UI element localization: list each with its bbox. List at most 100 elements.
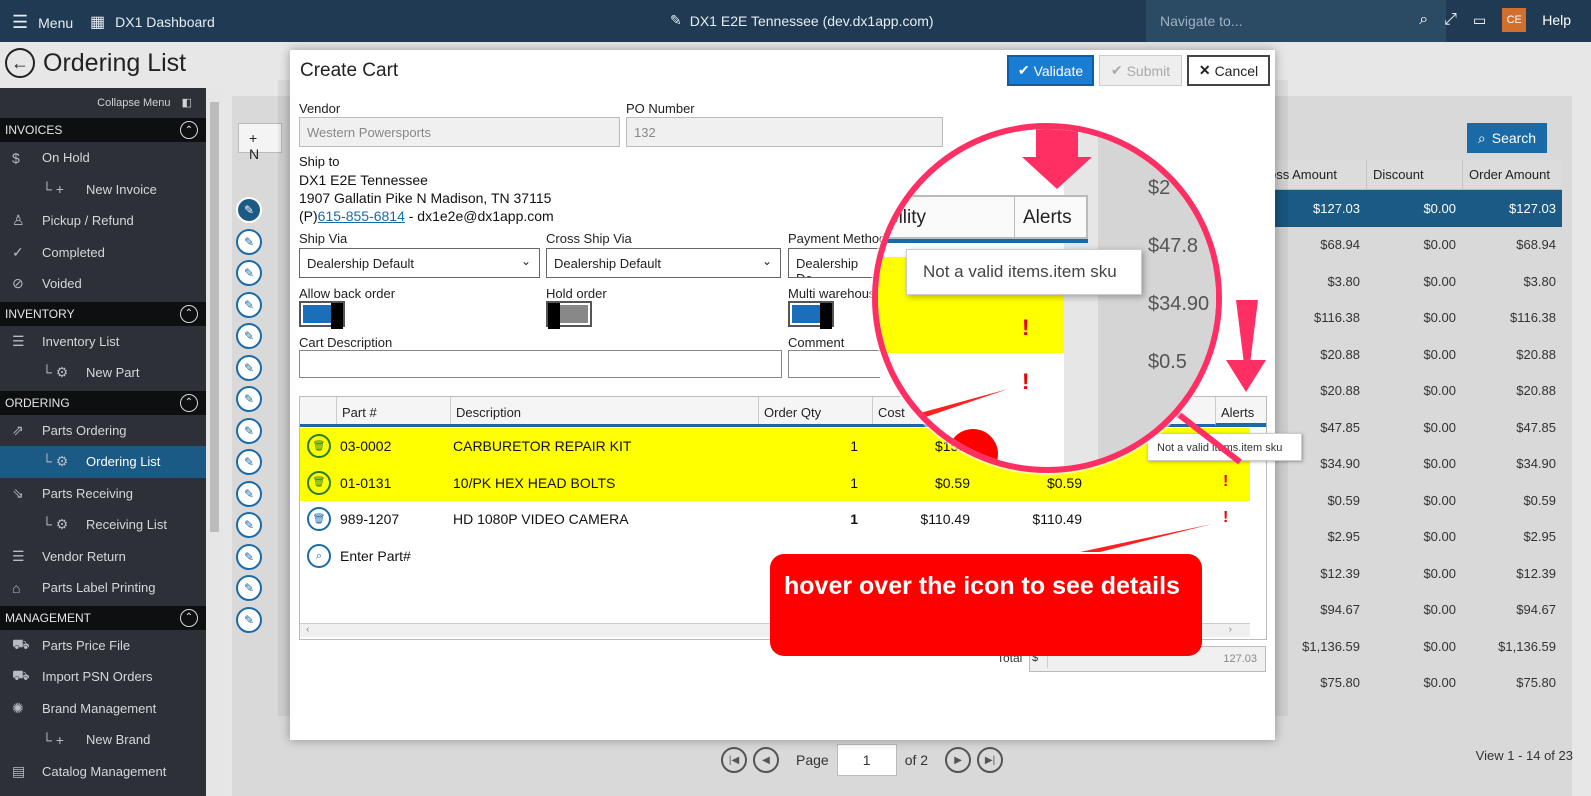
payment-method-select[interactable]: Dealership De <box>788 248 880 278</box>
chevron-up-icon[interactable]: ⌃ <box>180 393 198 412</box>
search-icon[interactable]: ⌕ <box>307 544 331 568</box>
cart-description-input[interactable] <box>299 350 782 378</box>
edit-icon[interactable]: ✎ <box>236 606 262 633</box>
validate-button[interactable]: ✔ Validate <box>1007 55 1094 86</box>
alert-icon[interactable]: ! <box>1223 509 1233 527</box>
sidebar-item-catalog-management[interactable]: ▤ Catalog Management <box>0 756 206 788</box>
enter-part-input[interactable]: Enter Part# <box>340 548 411 564</box>
sidebar-item-voided[interactable]: ⊘ Voided <box>0 268 206 300</box>
table-row[interactable]: $94.67 $0.00 $94.67 <box>1262 592 1562 629</box>
sidebar-item-receiving-list[interactable]: └ ⚙ Receiving List <box>0 509 206 541</box>
sidebar-item-brand-management[interactable]: ✺ Brand Management <box>0 693 206 725</box>
table-row[interactable]: $68.94 $0.00 $68.94 <box>1262 227 1562 264</box>
search-icon[interactable]: ⌕ <box>1419 11 1428 29</box>
sidebar-scrollbar[interactable] <box>206 88 222 796</box>
search-button[interactable]: ⌕ Search <box>1467 123 1547 153</box>
allow-backorder-toggle[interactable] <box>299 301 345 329</box>
chevron-up-icon[interactable]: ⌃ <box>180 121 198 139</box>
grid-header-order-qty[interactable]: Order Qty <box>758 397 872 424</box>
chevron-up-icon[interactable]: ⌃ <box>180 304 198 323</box>
table-row[interactable]: $34.90 $0.00 $34.90 <box>1262 446 1562 483</box>
edit-icon[interactable]: ✎ <box>236 197 262 223</box>
list-column-header[interactable]: Discount <box>1366 160 1462 189</box>
edit-icon[interactable]: ✎ <box>236 354 262 381</box>
table-row[interactable]: $2.95 $0.00 $2.95 <box>1262 519 1562 556</box>
sidebar-item-parts-ordering[interactable]: ⇗ Parts Ordering <box>0 415 206 447</box>
sidebar-section-invoices[interactable]: INVOICES ⌃ <box>0 118 206 142</box>
edit-icon[interactable]: ✎ <box>236 260 262 286</box>
submit-button[interactable]: ✔ Submit <box>1099 55 1182 86</box>
table-row[interactable]: $12.39 $0.00 $12.39 <box>1262 555 1562 592</box>
navigate-input[interactable]: Navigate to... <box>1146 0 1446 42</box>
expand-icon[interactable]: ⤢ <box>1444 11 1457 29</box>
sidebar-item-completed[interactable]: ✓ Completed <box>0 237 206 269</box>
table-row[interactable]: $0.59 $0.00 $0.59 <box>1262 482 1562 519</box>
back-arrow-icon[interactable]: ← <box>5 48 35 78</box>
sidebar-item-new-brand[interactable]: └ + New Brand <box>0 724 206 756</box>
sidebar-item-parts-price-file[interactable]: ⛟ Parts Price File <box>0 630 206 662</box>
menu-button[interactable]: ☰ Menu <box>12 12 73 33</box>
chat-icon[interactable]: ▭ <box>1473 12 1486 29</box>
comment-input[interactable] <box>788 350 880 378</box>
help-link[interactable]: Help <box>1542 12 1571 28</box>
edit-icon[interactable]: ✎ <box>236 291 262 318</box>
edit-icon[interactable]: ✎ <box>236 449 262 475</box>
dashboard-link[interactable]: ▦ DX1 Dashboard <box>90 12 215 32</box>
sidebar-item-pickup-refund[interactable]: ♙ Pickup / Refund <box>0 205 206 237</box>
grid-header-part[interactable]: Part # <box>336 397 450 424</box>
table-row[interactable]: $127.03 $0.00 $127.03 <box>1262 190 1562 227</box>
cross-ship-select[interactable]: Dealership Default ⌄ <box>546 248 781 278</box>
next-page-icon[interactable]: ▶ <box>945 747 972 773</box>
collapse-menu-button[interactable]: Collapse Menu ◧ <box>0 88 206 116</box>
list-column-header[interactable]: Order Amount <box>1462 160 1562 189</box>
table-row[interactable]: $47.85 $0.00 $47.85 <box>1262 409 1562 446</box>
edit-icon[interactable]: ✎ <box>236 386 262 412</box>
edit-icon[interactable]: ✎ <box>236 228 262 255</box>
edit-icon[interactable]: ✎ <box>236 575 262 601</box>
sidebar-item-new-part[interactable]: └ ⚙ New Part <box>0 357 206 389</box>
trash-icon[interactable]: 🗑 <box>307 507 331 531</box>
new-button[interactable]: + N <box>238 123 282 162</box>
table-row[interactable]: $20.88 $0.00 $20.88 <box>1262 373 1562 410</box>
scroll-left-icon[interactable]: ‹ <box>306 624 309 635</box>
hold-order-toggle[interactable] <box>546 301 592 329</box>
last-page-icon[interactable]: ▶| <box>977 747 1004 773</box>
table-row[interactable]: $1,136.59 $0.00 $1,136.59 <box>1262 628 1562 665</box>
avatar[interactable]: CE <box>1502 8 1527 32</box>
sidebar-item-ordering-list[interactable]: └ ⚙ Ordering List <box>0 446 206 478</box>
cancel-button[interactable]: ✕ Cancel <box>1187 55 1270 86</box>
scroll-right-icon[interactable]: › <box>1229 624 1232 635</box>
grid-header-alerts[interactable]: Alerts <box>1215 397 1266 426</box>
grid-header-description[interactable]: Description <box>450 397 758 424</box>
table-row[interactable]: $3.80 $0.00 $3.80 <box>1262 263 1562 300</box>
phone-link[interactable]: 615-855-6814 <box>318 208 405 224</box>
sidebar-item-parts-label-printing[interactable]: ⌂ Parts Label Printing <box>0 572 206 604</box>
table-row[interactable]: $75.80 $0.00 $75.80 <box>1262 665 1562 702</box>
sidebar-item-parts-receiving[interactable]: ⇘ Parts Receiving <box>0 478 206 510</box>
alert-icon[interactable]: ! <box>1223 473 1233 491</box>
edit-icon[interactable]: ✎ <box>236 323 262 349</box>
cart-row[interactable]: 🗑 01-0131 10/PK HEX HEAD BOLTS 1 $0.59 $0.59! <box>300 464 1250 501</box>
edit-icon[interactable]: ✎ <box>236 417 262 444</box>
edit-icon[interactable]: ✎ <box>236 480 262 507</box>
first-page-icon[interactable]: |◀ <box>721 747 747 773</box>
sidebar-section-ordering[interactable]: ORDERING ⌃ <box>0 390 206 415</box>
sidebar-item-vendor-return[interactable]: ☰ Vendor Return <box>0 541 206 573</box>
ship-via-select[interactable]: Dealership Default ⌄ <box>299 248 540 278</box>
sidebar-section-inventory[interactable]: INVENTORY ⌃ <box>0 301 206 326</box>
prev-page-icon[interactable]: ◀ <box>753 747 779 773</box>
trash-icon[interactable]: 🗑 <box>307 470 331 495</box>
sidebar-item-new-invoice[interactable]: └ + New Invoice <box>0 174 206 206</box>
trash-icon[interactable]: 🗑 <box>307 434 331 458</box>
chevron-up-icon[interactable]: ⌃ <box>180 608 198 627</box>
edit-icon[interactable]: ✎ <box>236 512 262 538</box>
table-row[interactable]: $20.88 $0.00 $20.88 <box>1262 336 1562 373</box>
table-row[interactable]: $116.38 $0.00 $116.38 <box>1262 300 1562 337</box>
sidebar-item-import-psn-orders[interactable]: ⛟ Import PSN Orders <box>0 661 206 693</box>
sidebar-section-management[interactable]: MANAGEMENT ⌃ <box>0 605 206 630</box>
edit-icon[interactable]: ✎ <box>236 543 262 570</box>
sidebar-item-inventory-list[interactable]: ☰ Inventory List <box>0 326 206 358</box>
scrollbar-thumb[interactable] <box>210 102 219 532</box>
page-input[interactable]: 1 <box>836 744 897 776</box>
multi-warehouse-toggle[interactable] <box>788 301 834 329</box>
